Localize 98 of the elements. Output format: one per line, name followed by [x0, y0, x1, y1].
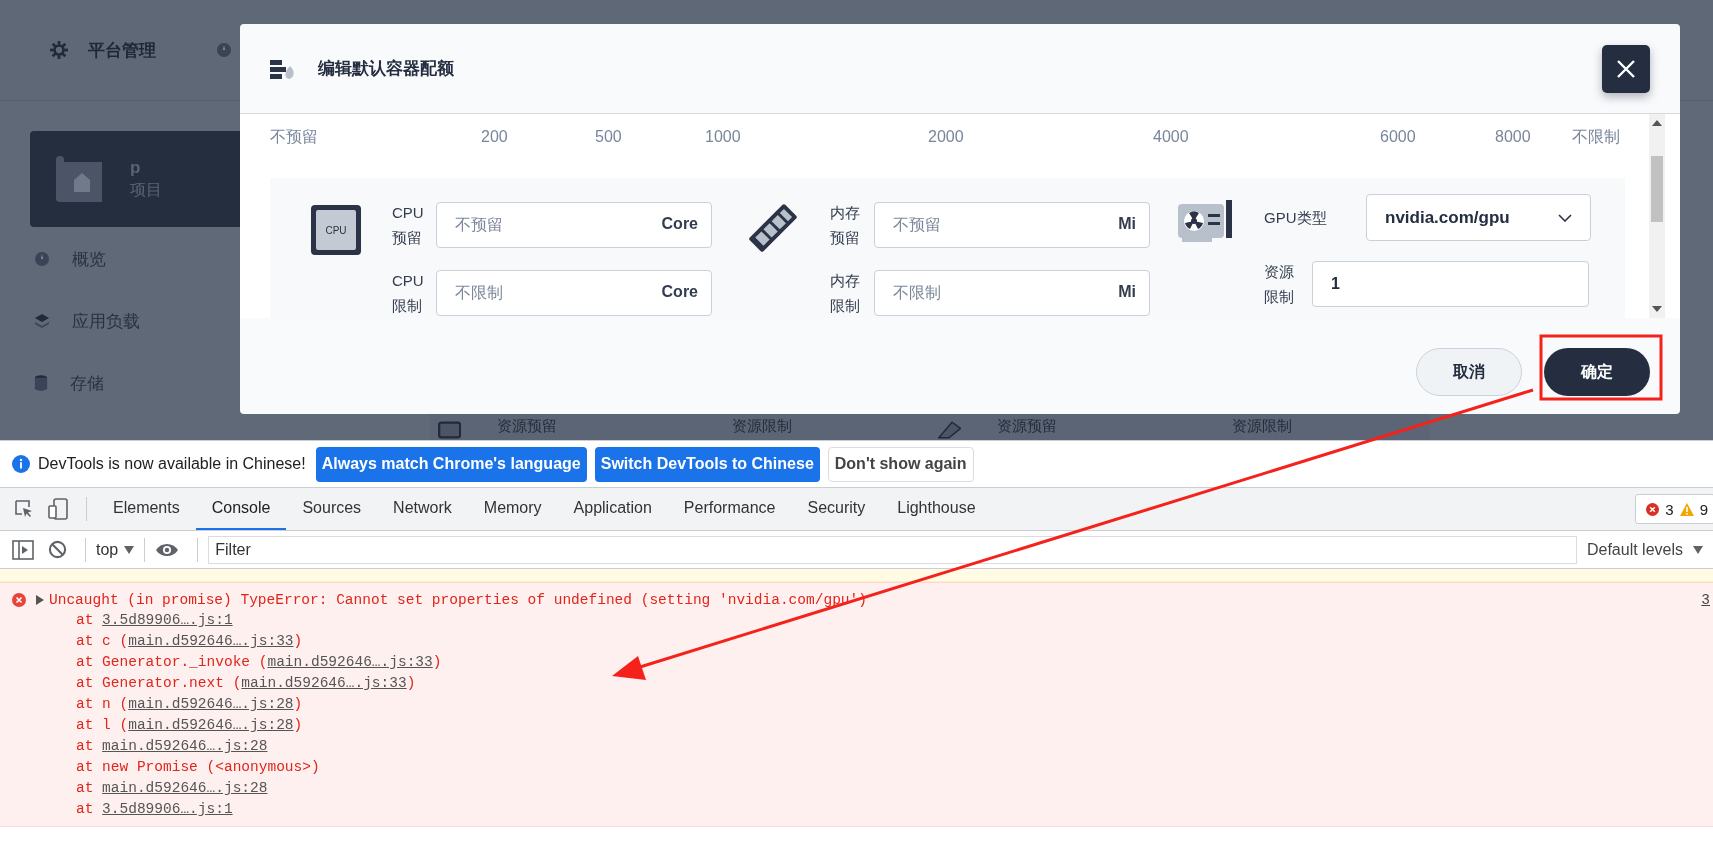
database-icon [34, 375, 48, 391]
gauge-icon [216, 42, 232, 58]
close-icon [1616, 58, 1636, 79]
scrollbar[interactable] [1649, 114, 1665, 318]
field-label: GPU类型 [1264, 208, 1328, 228]
stack-text: ) [406, 675, 416, 691]
infobar-button[interactable]: Don't show again [827, 446, 974, 482]
dialog-title: 编辑默认容器配额 [318, 58, 454, 80]
devtools-tab[interactable]: Lighthouse [881, 488, 992, 530]
close-button[interactable] [1602, 44, 1650, 93]
scroll-down-icon[interactable] [1652, 306, 1662, 312]
scale-label: 不限制 [1572, 127, 1620, 145]
stack-text: at c ( [76, 633, 129, 649]
cancel-button[interactable]: 取消 [1416, 348, 1522, 396]
expand-triangle-icon[interactable] [36, 594, 44, 605]
gpu-type-select[interactable]: nvidia.com/gpu [1366, 194, 1591, 241]
field-label: CPU 限制 [392, 271, 425, 316]
field-label: CPU 预留 [392, 203, 425, 248]
devtools-tab[interactable]: Elements [97, 488, 196, 530]
scale-label: 8000 [1495, 128, 1531, 145]
infobar-button[interactable]: Always match Chrome's language [315, 446, 587, 482]
gauge-icon [34, 251, 50, 267]
scale-label: 200 [481, 128, 508, 145]
stack-link[interactable]: main.d592646….js:28 [102, 738, 268, 754]
scroll-up-icon[interactable] [1652, 120, 1662, 126]
unit-label: Core [661, 215, 698, 233]
devtools-tab[interactable]: Memory [467, 488, 558, 530]
info-message: DevTools is now available in Chinese! [38, 455, 306, 473]
cpu-icon: CPU [310, 204, 362, 256]
unit-label: Mi [1118, 215, 1136, 233]
devtools-tab[interactable]: Performance [667, 488, 792, 530]
devtools-tab[interactable]: Security [791, 488, 882, 530]
caret-icon [124, 545, 135, 554]
field-label: 内存预留 [830, 203, 861, 248]
input-field[interactable]: 1 [1312, 261, 1589, 307]
chevron-down-icon [1558, 213, 1572, 222]
label-text: 资源限制 [730, 416, 793, 435]
label-text: 资源限制 [1230, 416, 1293, 435]
confirm-button[interactable]: 确定 [1544, 348, 1650, 396]
stack-text: at n ( [76, 696, 129, 712]
stack-text: at [76, 738, 95, 754]
stack-text: ) [293, 696, 303, 712]
unit-label: Core [661, 283, 698, 301]
quota-icon [270, 58, 296, 79]
stack-text: at l ( [76, 717, 129, 733]
stack-text: at [76, 780, 95, 796]
info-icon [12, 455, 30, 473]
stack-text: ) [293, 717, 303, 733]
scale-label: 6000 [1380, 128, 1416, 145]
stack-text: at [76, 801, 95, 817]
label-text: 资源预留 [996, 416, 1059, 435]
stack-text: at Generator._invoke ( [76, 654, 268, 670]
context-dropdown[interactable]: top [96, 540, 135, 559]
stack-text: ) [432, 654, 442, 670]
stack-text: ) [293, 633, 303, 649]
stack-text: at new Promise (<anonymous>) [76, 759, 320, 775]
scrollbar-thumb[interactable] [1651, 156, 1663, 222]
stack-link[interactable]: main.d592646….js:33 [267, 654, 433, 670]
devtools-tab[interactable]: Application [557, 488, 668, 530]
error-icon [1646, 502, 1660, 516]
field-label: 内存限制 [830, 271, 861, 316]
source-link[interactable]: 3 [1701, 591, 1710, 608]
stack-link[interactable]: 3.5d89906….js:1 [102, 801, 233, 817]
label-text: 资源预留 [496, 416, 559, 435]
cpu-icon [438, 419, 462, 440]
eye-icon[interactable] [155, 541, 180, 558]
stack-text: at [76, 612, 95, 628]
layers-icon [34, 313, 50, 329]
unit-label: Mi [1118, 283, 1136, 301]
devtools-tab[interactable]: Network [377, 488, 468, 530]
scale-label: 500 [595, 128, 622, 145]
caret-icon [1693, 545, 1703, 554]
inspect-icon[interactable] [14, 499, 34, 519]
scale-label: 4000 [1153, 128, 1189, 145]
stack-link[interactable]: main.d592646….js:33 [128, 633, 294, 649]
stack-text: at Generator.next ( [76, 675, 242, 691]
scale-label: 1000 [705, 128, 741, 145]
levels-dropdown[interactable]: Default levels [1576, 540, 1713, 559]
infobar-button[interactable]: Switch DevTools to Chinese [594, 446, 820, 482]
devtools-tab[interactable]: Sources [286, 488, 378, 530]
stack-link[interactable]: main.d592646….js:33 [241, 675, 407, 691]
scale-label: 不预留 [270, 127, 318, 145]
gear-icon [50, 41, 68, 59]
warning-icon [1679, 502, 1694, 516]
device-toolbar-icon[interactable] [48, 498, 68, 520]
devtools-tab[interactable]: Console [195, 488, 287, 530]
filter-field[interactable]: Filter [208, 535, 1577, 564]
clear-console-icon[interactable] [48, 540, 67, 559]
stack-link[interactable]: main.d592646….js:28 [128, 696, 294, 712]
stack-link[interactable]: 3.5d89906….js:1 [102, 612, 233, 628]
stack-link[interactable]: main.d592646….js:28 [102, 780, 268, 796]
error-icon [12, 592, 26, 607]
issues-counter[interactable]: 3 9 [1635, 494, 1713, 524]
stack-link[interactable]: main.d592646….js:28 [128, 717, 294, 733]
field-label: 资源限制 [1264, 262, 1295, 307]
scale-label: 2000 [928, 128, 964, 145]
project-icon [56, 156, 102, 202]
sidebar-toggle-icon[interactable] [12, 539, 34, 560]
